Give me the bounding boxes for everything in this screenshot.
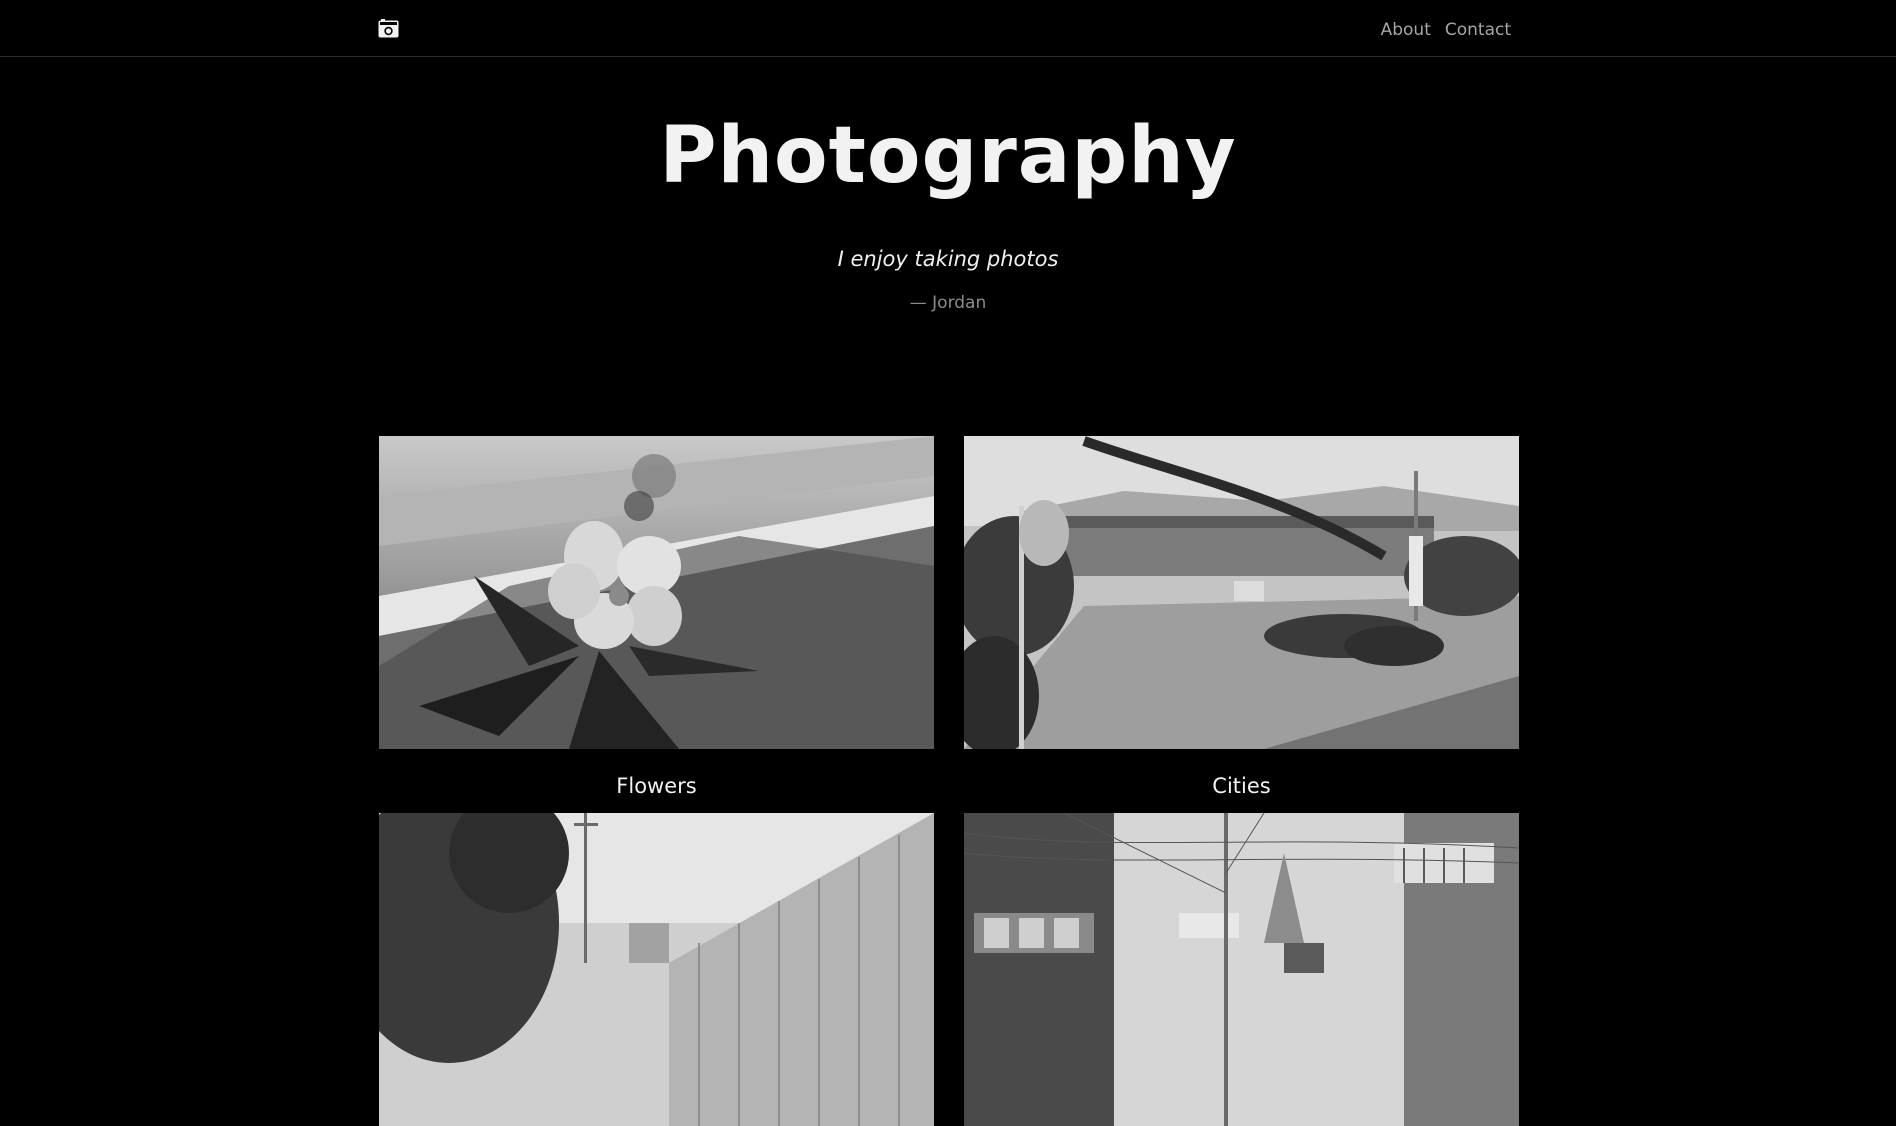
nav-link-about[interactable]: About	[1381, 19, 1431, 41]
photo-flowers	[379, 436, 934, 749]
gallery-card-3[interactable]	[379, 813, 934, 1126]
card-caption: Flowers	[616, 774, 697, 798]
nav-link-contact[interactable]: Contact	[1445, 19, 1511, 41]
card-caption: Cities	[1212, 774, 1271, 798]
hero-quote: I enjoy taking photos	[837, 247, 1059, 271]
gallery-card-cities[interactable]: Cities	[964, 436, 1519, 798]
quote-author: — Jordan	[909, 293, 987, 313]
camera-icon[interactable]	[378, 19, 399, 38]
photo-street	[964, 813, 1519, 1126]
photo-walls	[379, 813, 934, 1126]
gallery-card-flowers[interactable]: Flowers	[379, 436, 934, 798]
page-title: Photography	[659, 111, 1237, 201]
photo-cities	[964, 436, 1519, 749]
top-nav: About Contact	[0, 0, 1896, 57]
gallery-card-4[interactable]	[964, 813, 1519, 1126]
nav-links: About Contact	[1381, 19, 1511, 41]
